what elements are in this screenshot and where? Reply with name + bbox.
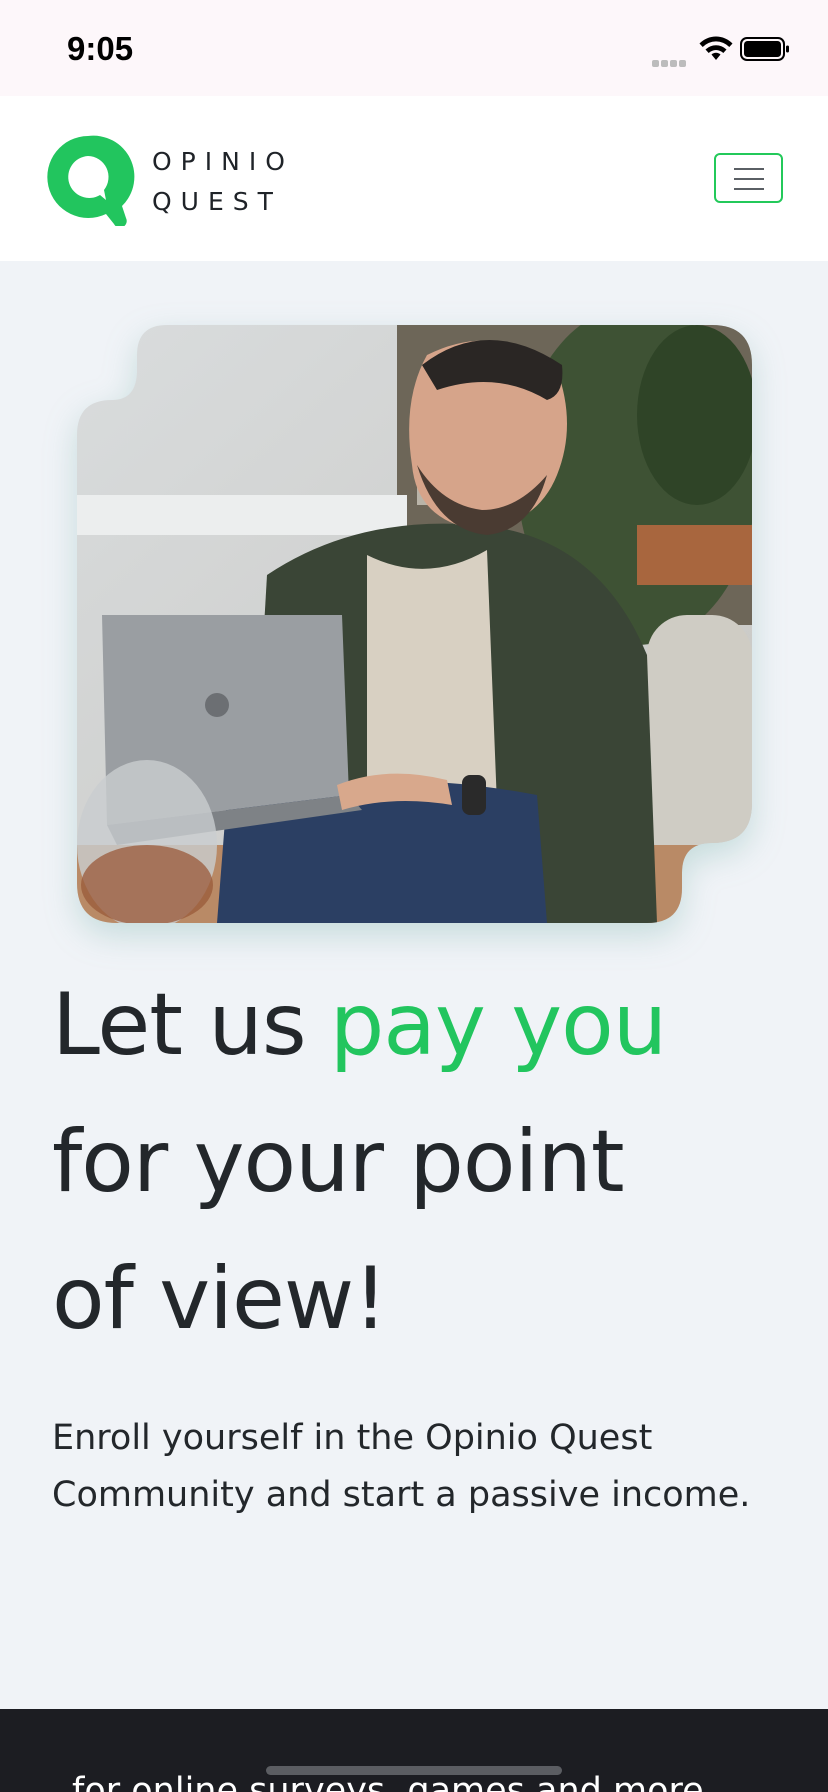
brand-line-2: QUEST bbox=[152, 187, 282, 216]
status-bar: 9:05 bbox=[0, 0, 828, 96]
brand-name[interactable]: OPINIO QUEST bbox=[152, 142, 294, 222]
wifi-icon bbox=[699, 36, 733, 60]
opinio-quest-logo-icon[interactable] bbox=[44, 134, 136, 226]
battery-icon bbox=[740, 37, 789, 61]
status-time: 9:05 bbox=[67, 30, 134, 67]
hero-headline: Let us pay you for your point of view! bbox=[52, 957, 812, 1368]
headline-accent: pay you bbox=[329, 975, 668, 1075]
hero-subtext: Enroll yourself in the Opinio Quest Comm… bbox=[52, 1418, 751, 1515]
headline-line-3: of view! bbox=[52, 1249, 388, 1349]
features-section: for online surveys, games and more bbox=[0, 1709, 828, 1792]
hero-photo-man-with-laptop bbox=[77, 325, 752, 923]
menu-toggle-button[interactable] bbox=[714, 153, 783, 203]
brand-line-1: OPINIO bbox=[152, 147, 294, 176]
headline-line-1: Let us pay you bbox=[52, 957, 812, 1094]
headline-part-1: Let us bbox=[52, 975, 307, 1075]
home-indicator[interactable] bbox=[266, 1766, 562, 1775]
navbar: OPINIO QUEST bbox=[0, 96, 828, 261]
hamburger-menu-icon bbox=[734, 168, 764, 170]
headline-line-2: for your point bbox=[52, 1112, 625, 1212]
cellular-signal-icon bbox=[652, 52, 690, 67]
